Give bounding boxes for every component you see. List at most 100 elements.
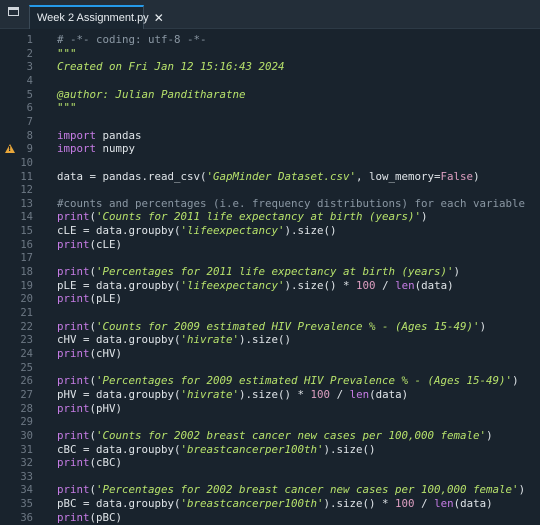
code-line[interactable]: 2 """: [0, 47, 540, 61]
line-number: 5: [26, 88, 33, 101]
line-code: print('Percentages for 2011 life expecta…: [57, 265, 461, 279]
line-number: 22: [20, 320, 33, 333]
code-line[interactable]: 17: [0, 251, 540, 265]
code-line[interactable]: 29: [0, 415, 540, 429]
code-line[interactable]: 10: [0, 156, 540, 170]
line-number: 1: [26, 34, 33, 46]
code-line[interactable]: 23 cHV = data.groupby('hivrate').size(): [0, 333, 540, 347]
code-line[interactable]: 1 # -*- coding: utf-8 -*-: [0, 33, 540, 47]
code-line[interactable]: 3 Created on Fri Jan 12 15:16:43 2024: [0, 60, 540, 74]
code-line[interactable]: 7: [0, 115, 540, 129]
code-line[interactable]: 14 print('Counts for 2011 life expectancy…: [0, 210, 540, 224]
line-number: 12: [20, 184, 33, 197]
code-line[interactable]: 5 @author: Julian Panditharatne: [0, 88, 540, 102]
line-code: print('Percentages for 2002 breast cance…: [57, 483, 526, 497]
line-number: 15: [20, 225, 33, 238]
line-code: print(cHV): [57, 346, 123, 360]
line-number: 23: [20, 334, 33, 347]
line-number: 31: [20, 443, 33, 456]
code-line[interactable]: 9import numpy: [0, 142, 540, 156]
line-code: import numpy: [57, 142, 136, 156]
line-code: import pandas: [57, 128, 142, 142]
line-code: # -*- coding: utf-8 -*-: [57, 33, 207, 46]
line-number: 27: [20, 388, 33, 401]
line-number: 4: [26, 74, 33, 87]
line-number: 30: [20, 429, 33, 442]
line-number: 33: [20, 470, 33, 483]
tab-week-2-assignment[interactable]: Week 2 Assignment.py ✕: [29, 5, 164, 29]
line-code: cLE = data.groupby('lifeexpectancy').siz…: [57, 224, 337, 238]
line-code: print(cLE): [57, 237, 123, 251]
line-number: 24: [20, 347, 33, 360]
code-line[interactable]: 35 pBC = data.groupby('breastcancerper100…: [0, 497, 540, 511]
line-code: """: [57, 101, 77, 115]
line-number: 7: [26, 115, 33, 128]
code-line[interactable]: 25: [0, 361, 540, 375]
line-code: print(pLE): [57, 292, 123, 306]
line-code: pHV = data.groupby('hivrate').size() * 1…: [57, 387, 409, 401]
code-line[interactable]: 33: [0, 470, 540, 484]
line-number: 2: [26, 47, 33, 60]
line-number: 8: [26, 129, 33, 142]
code-line[interactable]: 22 print('Counts for 2009 estimated HIV P…: [0, 320, 540, 334]
line-number: 32: [20, 457, 33, 470]
close-icon[interactable]: ✕: [154, 12, 164, 24]
line-number: 26: [20, 375, 33, 388]
window-icon[interactable]: [8, 7, 19, 16]
line-number: 29: [20, 416, 33, 429]
code-line[interactable]: 16 print(cLE): [0, 238, 540, 252]
line-code: print(cBC): [57, 456, 123, 470]
line-code: """: [57, 46, 77, 60]
line-code: print('Counts for 2009 estimated HIV Pre…: [57, 319, 487, 333]
code-line[interactable]: 24 print(cHV): [0, 347, 540, 361]
line-code: print(pHV): [57, 401, 123, 415]
code-line[interactable]: 15 cLE = data.groupby('lifeexpectancy').s…: [0, 224, 540, 238]
code-line[interactable]: 27 pHV = data.groupby('hivrate').size() *…: [0, 388, 540, 402]
code-line[interactable]: 28 print(pHV): [0, 402, 540, 416]
line-code: print('Counts for 2002 breast cancer new…: [57, 428, 493, 442]
line-number: 14: [20, 211, 33, 224]
line-number: 18: [20, 266, 33, 279]
code-line[interactable]: 6 """: [0, 101, 540, 115]
line-number: 34: [20, 484, 33, 497]
code-line[interactable]: 13 #counts and percentages (i.e. frequenc…: [0, 197, 540, 211]
code-line[interactable]: 31 cBC = data.groupby('breastcancerper100…: [0, 443, 540, 457]
code-line[interactable]: 4: [0, 74, 540, 88]
code-line[interactable]: 18 print('Percentages for 2011 life expec…: [0, 265, 540, 279]
code-line[interactable]: 26 print('Percentages for 2009 estimated …: [0, 374, 540, 388]
line-number: 10: [20, 156, 33, 169]
code-line[interactable]: 20 print(pLE): [0, 292, 540, 306]
code-editor[interactable]: 1 # -*- coding: utf-8 -*- 2 """ 3 Created on …: [0, 29, 540, 524]
line-code: cHV = data.groupby('hivrate').size(): [57, 333, 292, 347]
line-code: print('Percentages for 2009 estimated HI…: [57, 374, 519, 388]
line-code: Created on Fri Jan 12 15:16:43 2024: [57, 60, 285, 74]
line-number: 6: [26, 102, 33, 115]
line-number: 20: [20, 293, 33, 306]
tab-label: Week 2 Assignment.py: [37, 12, 149, 24]
code-line[interactable]: 21: [0, 306, 540, 320]
line-number: 11: [20, 170, 33, 183]
line-number: 19: [20, 279, 33, 292]
code-line[interactable]: 8 import pandas: [0, 129, 540, 143]
code-line[interactable]: 32 print(cBC): [0, 456, 540, 470]
line-code: pBC = data.groupby('breastcancerper100th…: [57, 497, 493, 511]
line-code: data = pandas.read_csv('GapMinder Datase…: [57, 169, 480, 183]
line-number: 3: [26, 61, 33, 74]
line-code: print('Counts for 2011 life expectancy a…: [57, 210, 428, 224]
line-code: pLE = data.groupby('lifeexpectancy').siz…: [57, 278, 454, 292]
warning-icon[interactable]: [5, 144, 15, 154]
line-code: @author: Julian Panditharatne: [57, 87, 246, 101]
code-line[interactable]: 30 print('Counts for 2002 breast cancer n…: [0, 429, 540, 443]
line-number: 28: [20, 402, 33, 415]
code-line[interactable]: 34 print('Percentages for 2002 breast can…: [0, 483, 540, 497]
line-number: 17: [20, 252, 33, 265]
code-line[interactable]: 19 pLE = data.groupby('lifeexpectancy').s…: [0, 279, 540, 293]
line-number: 13: [20, 197, 33, 210]
line-number: 16: [20, 238, 33, 251]
tab-bar: Week 2 Assignment.py ✕: [0, 0, 540, 29]
line-number: 35: [20, 498, 33, 511]
code-line[interactable]: 12: [0, 183, 540, 197]
line-number: 21: [20, 307, 33, 319]
line-number: 25: [20, 361, 33, 374]
code-line[interactable]: 11 data = pandas.read_csv('GapMinder Data…: [0, 170, 540, 184]
